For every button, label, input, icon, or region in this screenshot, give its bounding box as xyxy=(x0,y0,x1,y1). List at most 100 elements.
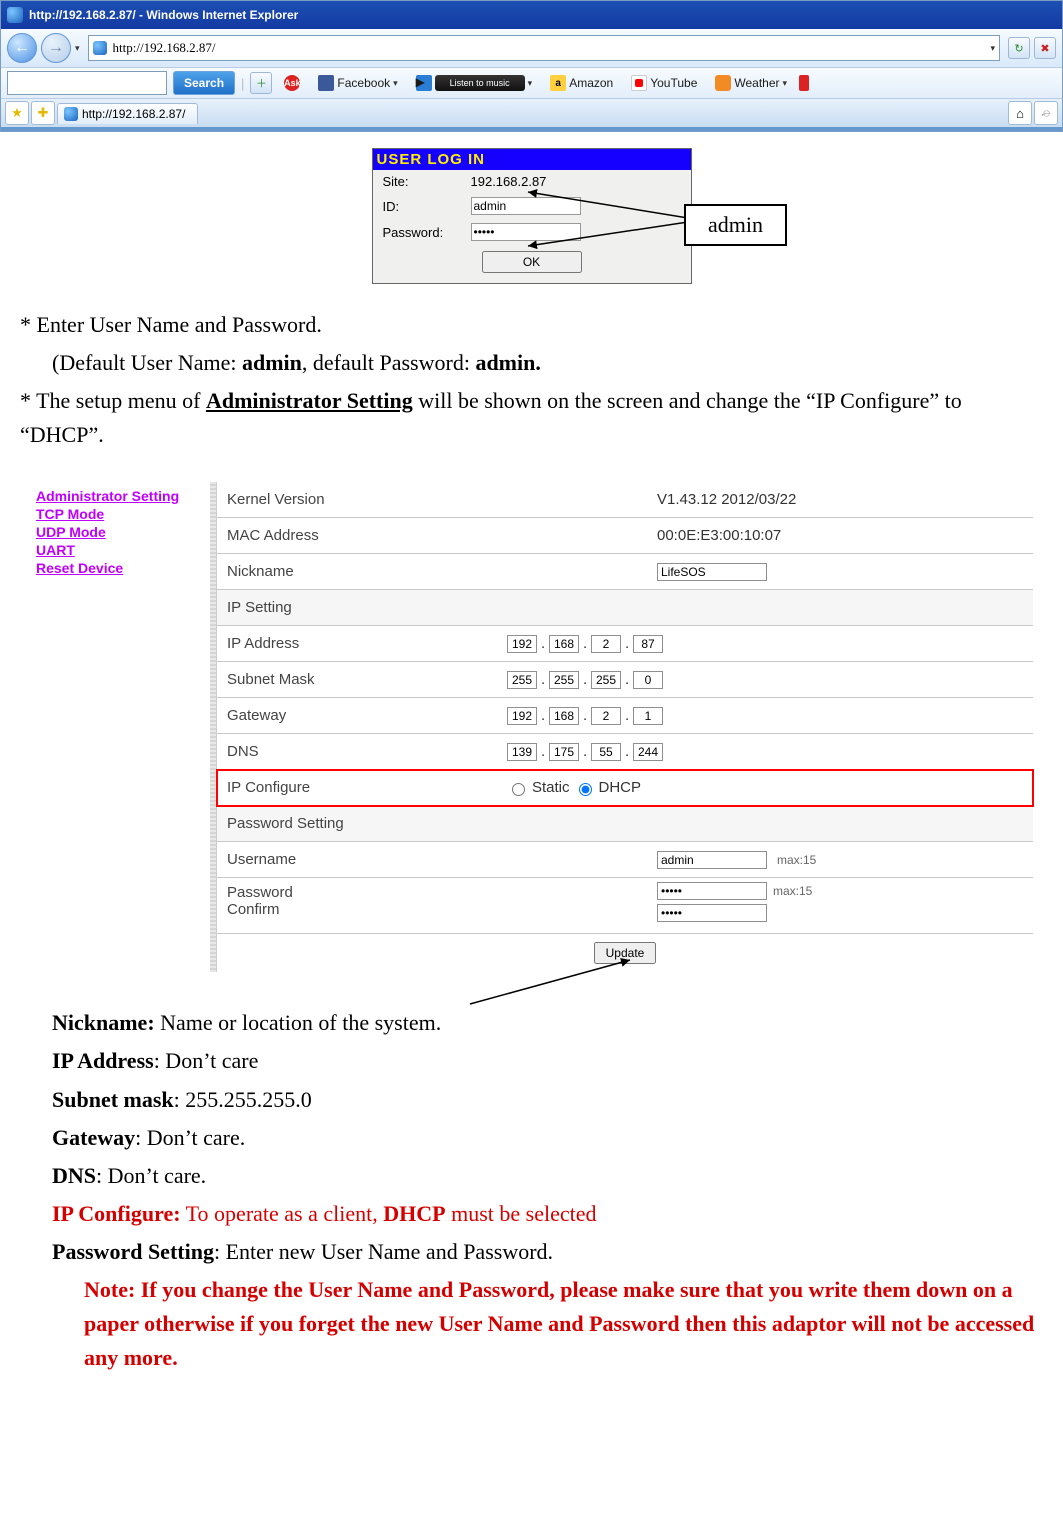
confirm-input[interactable] xyxy=(657,904,767,922)
stop-button[interactable]: ✖ xyxy=(1034,37,1056,59)
gw-label: Gateway xyxy=(217,701,427,730)
ip-oct-2[interactable] xyxy=(549,635,579,653)
divider xyxy=(1,127,1062,131)
address-bar[interactable]: ▾ xyxy=(88,35,1000,61)
browser-tab[interactable]: http://192.168.2.87/ xyxy=(57,103,198,124)
weather-link[interactable]: Weather▾ xyxy=(709,75,793,91)
pw-input[interactable] xyxy=(657,882,767,900)
sub-oct-2[interactable] xyxy=(549,671,579,689)
pw-label: Password xyxy=(227,884,417,901)
side-link-reset[interactable]: Reset Device xyxy=(36,560,204,576)
add-button[interactable]: ＋ xyxy=(250,72,272,94)
ip-oct-4[interactable] xyxy=(633,635,663,653)
ie-tabstrip: ★ ✚ http://192.168.2.87/ ⌂ ⌮ xyxy=(1,99,1062,127)
kernel-label: Kernel Version xyxy=(217,485,427,514)
facebook-link[interactable]: Facebook▾ xyxy=(312,75,403,91)
sub-oct-3[interactable] xyxy=(591,671,621,689)
ask-icon[interactable]: Ask xyxy=(278,75,306,91)
tab-page-icon xyxy=(64,107,78,121)
forward-button[interactable]: → xyxy=(41,33,71,63)
dns-oct-1[interactable] xyxy=(507,743,537,761)
ie-logo-icon xyxy=(7,7,23,23)
gw-oct-4[interactable] xyxy=(633,707,663,725)
back-button[interactable]: ← xyxy=(7,33,37,63)
side-link-tcp[interactable]: TCP Mode xyxy=(36,506,204,522)
youtube-link[interactable]: YouTube xyxy=(625,75,703,91)
dns-oct-3[interactable] xyxy=(591,743,621,761)
home-button[interactable]: ⌂ xyxy=(1008,101,1032,125)
id-input[interactable] xyxy=(471,197,581,215)
history-dropdown-icon[interactable]: ▾ xyxy=(75,43,80,54)
admin-callout-box: admin xyxy=(684,204,787,246)
dns-oct-2[interactable] xyxy=(549,743,579,761)
dns-oct-4[interactable] xyxy=(633,743,663,761)
feeds-button[interactable]: ⌮ xyxy=(1034,101,1058,125)
login-area: USER LOG IN Site: 192.168.2.87 ID: Passw… xyxy=(0,148,1063,284)
url-dropdown-icon[interactable]: ▾ xyxy=(990,43,995,54)
ie-navbar: ← → ▾ ▾ ↻ ✖ xyxy=(1,29,1062,68)
kernel-value: V1.43.12 2012/03/22 xyxy=(427,487,1033,512)
arrow-annotation-2 xyxy=(460,956,660,1006)
listen-music-link[interactable]: ▶Listen to music▾ xyxy=(410,75,539,91)
ip-oct-3[interactable] xyxy=(591,635,621,653)
amazon-link[interactable]: aAmazon xyxy=(544,75,619,91)
ie-toolbar: Search | ＋ Ask Facebook▾ ▶Listen to musi… xyxy=(1,68,1062,99)
site-value: 192.168.2.87 xyxy=(471,174,547,189)
sub-oct-4[interactable] xyxy=(633,671,663,689)
pwset-header: Password Setting xyxy=(217,809,427,838)
gw-oct-1[interactable] xyxy=(507,707,537,725)
window-title: http://192.168.2.87/ - Windows Internet … xyxy=(29,8,298,22)
side-link-uart[interactable]: UART xyxy=(36,542,204,558)
nickname-input[interactable] xyxy=(657,563,767,581)
admin-sidebar: Administrator Setting TCP Mode UDP Mode … xyxy=(30,482,210,972)
static-radio[interactable] xyxy=(512,783,525,796)
tab-title: http://192.168.2.87/ xyxy=(82,107,185,121)
sub-oct-1[interactable] xyxy=(507,671,537,689)
login-pw-row: Password: xyxy=(373,219,691,245)
login-panel: USER LOG IN Site: 192.168.2.87 ID: Passw… xyxy=(372,148,692,284)
url-input[interactable] xyxy=(111,39,987,57)
line-default-creds: (Default User Name: admin, default Passw… xyxy=(20,346,1043,380)
add-favorite-button[interactable]: ✚ xyxy=(31,101,55,125)
password-label: Password: xyxy=(383,225,463,240)
ipset-header: IP Setting xyxy=(217,593,427,622)
gw-oct-3[interactable] xyxy=(591,707,621,725)
login-id-row: ID: xyxy=(373,193,691,219)
side-link-admin[interactable]: Administrator Setting xyxy=(36,488,204,504)
toolbar-search-input[interactable] xyxy=(7,71,167,95)
dhcp-radio[interactable] xyxy=(579,783,592,796)
user-label: Username xyxy=(217,845,427,874)
refresh-button[interactable]: ↻ xyxy=(1008,37,1030,59)
ie-window: http://192.168.2.87/ - Windows Internet … xyxy=(0,0,1063,132)
login-site-row: Site: 192.168.2.87 xyxy=(373,170,691,193)
search-button[interactable]: Search xyxy=(173,71,235,95)
id-label: ID: xyxy=(383,199,463,214)
admin-grid: Kernel VersionV1.43.12 2012/03/22 MAC Ad… xyxy=(216,482,1033,972)
cnn-icon[interactable] xyxy=(799,75,809,91)
mac-label: MAC Address xyxy=(217,521,427,550)
gw-oct-2[interactable] xyxy=(549,707,579,725)
ipc-label: IP Configure xyxy=(217,773,427,802)
instructions-1: * Enter User Name and Password. (Default… xyxy=(0,308,1063,476)
page-icon xyxy=(93,41,107,55)
ip-label: IP Address xyxy=(217,629,427,658)
line-admin-setup: * The setup menu of Administrator Settin… xyxy=(20,384,1043,452)
instructions-2: Nickname: Name or location of the system… xyxy=(0,982,1063,1399)
line-enter-creds: * Enter User Name and Password. xyxy=(20,308,1043,342)
mac-value: 00:0E:E3:00:10:07 xyxy=(427,523,1033,548)
admin-panel: Administrator Setting TCP Mode UDP Mode … xyxy=(30,482,1033,972)
warning-note: Note: If you change the User Name and Pa… xyxy=(20,1273,1043,1375)
ok-button[interactable]: OK xyxy=(482,251,582,273)
side-link-udp[interactable]: UDP Mode xyxy=(36,524,204,540)
username-input[interactable] xyxy=(657,851,767,869)
login-title: USER LOG IN xyxy=(373,149,691,170)
ip-oct-1[interactable] xyxy=(507,635,537,653)
dns-label: DNS xyxy=(217,737,427,766)
password-input[interactable] xyxy=(471,223,581,241)
site-label: Site: xyxy=(383,174,463,189)
confirm-label: Confirm xyxy=(227,901,417,918)
sub-label: Subnet Mask xyxy=(217,665,427,694)
nick-label: Nickname xyxy=(217,557,427,586)
favorites-button[interactable]: ★ xyxy=(5,101,29,125)
ie-titlebar: http://192.168.2.87/ - Windows Internet … xyxy=(1,1,1062,29)
